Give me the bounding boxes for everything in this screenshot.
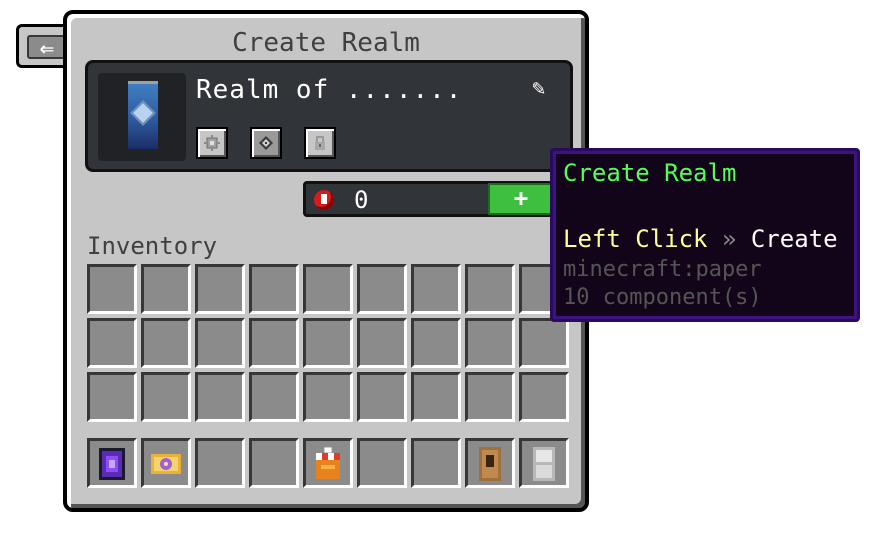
- privacy-option-button[interactable]: [304, 127, 336, 159]
- inventory-slot[interactable]: [249, 264, 299, 314]
- inventory-grid: [87, 264, 569, 422]
- hotbar-slot[interactable]: [357, 438, 407, 488]
- hotbar-slot[interactable]: [465, 438, 515, 488]
- window-title: Create Realm: [232, 28, 420, 58]
- inventory-slot[interactable]: [303, 372, 353, 422]
- ruby-icon: [314, 190, 334, 210]
- tooltip-action: Left Click » Create: [563, 225, 838, 253]
- inventory-slot[interactable]: [303, 318, 353, 368]
- hotbar-slot[interactable]: [87, 438, 137, 488]
- hotbar-slot[interactable]: [195, 438, 245, 488]
- currency-bar: 0 +: [303, 181, 554, 217]
- spawner-sign-icon: [151, 454, 181, 474]
- pencil-icon[interactable]: ✎: [532, 77, 556, 101]
- hotbar-slot[interactable]: [141, 438, 191, 488]
- inventory-slot[interactable]: [357, 264, 407, 314]
- inventory-slot[interactable]: [411, 318, 461, 368]
- lock-icon: [315, 136, 325, 150]
- currency-value: 0: [354, 186, 369, 214]
- inventory-slot[interactable]: [87, 318, 137, 368]
- create-realm-window: Create Realm Realm of ....... ✎ 0 + Inve…: [63, 10, 589, 512]
- tooltip-item-id: minecraft:paper: [563, 257, 762, 282]
- arrow-left-icon: ⇐: [27, 35, 67, 60]
- inventory-slot[interactable]: [303, 264, 353, 314]
- hotbar-grid: [87, 438, 569, 488]
- settings-option-button[interactable]: [196, 127, 228, 159]
- wooden-door-icon: [479, 447, 501, 481]
- portal-frame-icon: [99, 448, 125, 480]
- inventory-slot[interactable]: [357, 318, 407, 368]
- world-option-button[interactable]: [250, 127, 282, 159]
- realm-card: Realm of ....... ✎: [85, 60, 573, 172]
- inventory-slot[interactable]: [465, 318, 515, 368]
- inventory-slot[interactable]: [87, 372, 137, 422]
- tooltip-title: Create Realm: [563, 159, 737, 187]
- tooltip-action-label: Create: [750, 225, 838, 253]
- inventory-slot[interactable]: [249, 372, 299, 422]
- inventory-slot[interactable]: [519, 318, 569, 368]
- hotbar-slot[interactable]: [519, 438, 569, 488]
- inventory-slot[interactable]: [195, 318, 245, 368]
- banner-icon: [128, 81, 158, 149]
- inventory-slot[interactable]: [465, 264, 515, 314]
- inventory-slot[interactable]: [195, 372, 245, 422]
- realm-name: Realm of .......: [196, 75, 463, 105]
- create-realm-button[interactable]: +: [488, 183, 554, 215]
- inventory-slot[interactable]: [357, 372, 407, 422]
- hotbar-slot[interactable]: [303, 438, 353, 488]
- tooltip-separator: »: [721, 225, 737, 253]
- inventory-label: Inventory: [87, 232, 218, 260]
- shop-stall-icon: [316, 447, 340, 479]
- inventory-slot[interactable]: [249, 318, 299, 368]
- tooltip-action-key: Left Click: [563, 225, 708, 253]
- inventory-slot[interactable]: [411, 264, 461, 314]
- hotbar-slot[interactable]: [249, 438, 299, 488]
- inventory-slot[interactable]: [519, 372, 569, 422]
- inventory-slot[interactable]: [411, 372, 461, 422]
- iron-door-icon: [533, 447, 555, 481]
- inventory-slot[interactable]: [195, 264, 245, 314]
- inventory-slot[interactable]: [141, 264, 191, 314]
- inventory-slot[interactable]: [141, 318, 191, 368]
- back-button[interactable]: ⇐: [16, 24, 68, 68]
- hotbar-slot[interactable]: [411, 438, 461, 488]
- gear-icon: [204, 135, 220, 151]
- tooltip-components: 10 component(s): [563, 285, 762, 310]
- inventory-slot[interactable]: [141, 372, 191, 422]
- inventory-slot[interactable]: [465, 372, 515, 422]
- tooltip: Create Realm Left Click » Create minecra…: [550, 148, 860, 322]
- globe-icon: [259, 136, 273, 150]
- inventory-slot[interactable]: [87, 264, 137, 314]
- banner-slot[interactable]: [98, 73, 186, 161]
